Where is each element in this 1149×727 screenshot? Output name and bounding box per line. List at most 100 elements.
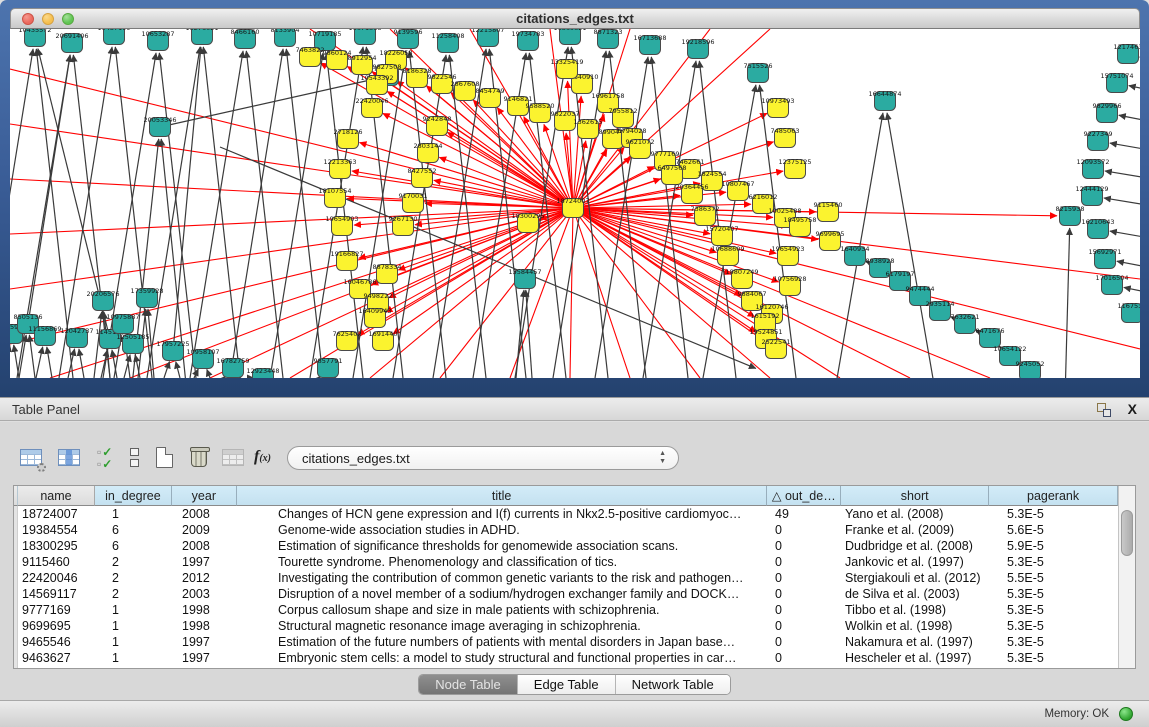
function-icon[interactable]: f(x) xyxy=(252,445,280,473)
scrollbar-thumb[interactable] xyxy=(1121,510,1133,556)
graph-node-label: 10654122 xyxy=(993,345,1026,353)
graph-node-label: 18107554 xyxy=(318,187,351,195)
graph-node-label: 12042737 xyxy=(60,327,93,335)
graph-node-label: 7625402 xyxy=(333,330,362,338)
graph-node-label: 17016504 xyxy=(1095,274,1128,282)
checklist-icon[interactable]: ✓✓ xyxy=(94,445,122,473)
cell-title: Corpus callosum shape and size in male p… xyxy=(238,602,769,618)
column-header-out_de[interactable]: △ out_de… xyxy=(767,486,841,506)
table-row[interactable]: 946362711997Embryonic stem cells: a mode… xyxy=(14,650,1118,666)
cell-out_de: 0 xyxy=(769,618,843,634)
cell-name: 18300295 xyxy=(19,538,96,554)
graph-node-label: 2935114 xyxy=(926,300,955,308)
graph-node-label: 10975887 xyxy=(106,313,139,321)
table-row[interactable]: 1872400712008Changes of HCN gene express… xyxy=(14,506,1118,522)
close-panel-icon[interactable]: X xyxy=(1128,401,1137,417)
tab-network-table[interactable]: Network Table xyxy=(616,675,730,694)
graph-node-label: 12213363 xyxy=(323,158,356,166)
table-row[interactable]: 911546021997Tourette syndrome. Phenomeno… xyxy=(14,554,1118,570)
cell-year: 1997 xyxy=(173,634,238,650)
table-row[interactable]: 1456911722003Disruption of a novel membe… xyxy=(14,586,1118,602)
cell-pagerank: 5.3E-5 xyxy=(991,506,1120,522)
graph-node-label: 8133904 xyxy=(271,29,300,34)
cell-short: Tibbo et al. (1998) xyxy=(843,602,991,618)
cell-pagerank: 5.6E-5 xyxy=(991,522,1120,538)
graph-node-label: 15751074 xyxy=(1100,72,1133,80)
column-header-name[interactable]: name xyxy=(18,486,95,506)
graph-node-label: 9170031 xyxy=(399,192,428,200)
new-file-icon[interactable] xyxy=(152,445,180,473)
cell-in_degree: 6 xyxy=(96,538,173,554)
graph-node-label: 16046786 xyxy=(343,278,376,286)
graph-node-label: 2718126 xyxy=(334,128,363,136)
table-row[interactable]: 2242004622012Investigating the contribut… xyxy=(14,570,1118,586)
table-row[interactable]: 977716911998Corpus callosum shape and si… xyxy=(14,602,1118,618)
graph-node-label: 15720407 xyxy=(705,225,738,233)
cell-year: 1997 xyxy=(173,650,238,666)
graph-node-label: 18495758 xyxy=(783,216,816,224)
graph-node-label: 10025488 xyxy=(768,207,801,215)
column-header-in_degree[interactable]: in_degree xyxy=(95,486,172,506)
graph-node-label: 9267130 xyxy=(389,215,418,223)
tab-edge-table[interactable]: Edge Table xyxy=(518,675,616,694)
column-header-year[interactable]: year xyxy=(172,486,237,506)
graph-node-label: 10653287 xyxy=(141,30,174,38)
graph-node-label: 16210643 xyxy=(1081,218,1114,226)
graph-node-label: 9498222 xyxy=(364,292,393,300)
rows-icon[interactable] xyxy=(122,445,150,473)
graph-node-label: 9822037 xyxy=(551,110,580,118)
column-header-title[interactable]: title xyxy=(237,486,768,506)
table-column-icon[interactable] xyxy=(56,445,84,473)
column-header-pagerank[interactable]: pagerank xyxy=(989,486,1118,506)
graph-node-label: 16409943 xyxy=(358,307,391,315)
graph-node-label: 16713688 xyxy=(633,34,666,42)
cell-short: de Silva et al. (2003) xyxy=(843,586,991,602)
graph-node-label: 16120746 xyxy=(755,303,788,311)
graph-node-label: 20206576 xyxy=(86,290,119,298)
cell-short: Nakamura et al. (1997) xyxy=(843,634,991,650)
cell-year: 2008 xyxy=(173,538,238,554)
cell-in_degree: 1 xyxy=(96,506,173,522)
graph-node-label: 9857791 xyxy=(314,357,343,365)
graph-node-label: 19218596 xyxy=(681,38,714,46)
cell-pagerank: 5.9E-5 xyxy=(991,538,1120,554)
cell-pagerank: 5.3E-5 xyxy=(991,554,1120,570)
tab-node-table[interactable]: Node Table xyxy=(419,675,518,694)
table-panel-header: Table Panel X xyxy=(0,397,1149,421)
graph-node-label: 8454749 xyxy=(476,87,505,95)
column-header-short[interactable]: short xyxy=(841,486,989,506)
table-row[interactable]: 1938455462009Genome-wide association stu… xyxy=(14,522,1118,538)
graph-node-label: 2522541 xyxy=(762,338,791,346)
vertical-scrollbar[interactable] xyxy=(1118,486,1135,668)
graph-node-label: 6179197 xyxy=(886,270,915,278)
cell-pagerank: 5.3E-5 xyxy=(991,618,1120,634)
graph-node-label: 1824554 xyxy=(698,170,727,178)
table-row[interactable]: 969969511998Structural magnetic resonanc… xyxy=(14,618,1118,634)
cell-year: 2003 xyxy=(173,586,238,602)
graph-node-label: 7515526 xyxy=(744,62,773,70)
cell-pagerank: 5.3E-5 xyxy=(991,634,1120,650)
table-row[interactable]: 1830029562008Estimation of significance … xyxy=(14,538,1118,554)
dropdown-stepper-icon: ▲▼ xyxy=(659,450,666,466)
table-gear-icon[interactable] xyxy=(18,445,46,473)
cell-title: Changes of HCN gene expression and I(f) … xyxy=(238,506,769,522)
cell-name: 22420046 xyxy=(19,570,96,586)
graph-node-label: 16782759 xyxy=(216,357,249,365)
cell-short: Hescheler et al. (1997) xyxy=(843,650,991,666)
graph-node-label: 10543392 xyxy=(360,74,393,82)
window-titlebar[interactable]: citations_edges.txt xyxy=(10,8,1140,29)
graph-node-label: 8466160 xyxy=(231,29,260,36)
float-panel-icon[interactable] xyxy=(1097,403,1111,417)
graph-node-label: 19654903 xyxy=(325,215,358,223)
graph-node-label: 18226058 xyxy=(379,49,412,57)
graph-node-label: 13325419 xyxy=(550,58,583,66)
table-select-dropdown[interactable]: citations_edges.txt ▲▼ xyxy=(287,446,679,470)
trash-icon[interactable] xyxy=(186,445,214,473)
table-row[interactable]: 946554611997Estimation of the future num… xyxy=(14,634,1118,650)
network-view-canvas[interactable]: 1043557220691406194371991065328715276021… xyxy=(10,29,1140,378)
graph-node-label: 18300295 xyxy=(511,212,544,220)
graph-node-label: 15692971 xyxy=(1088,248,1121,256)
graph-node-label: 1217463 xyxy=(1114,43,1140,51)
cell-name: 14569117 xyxy=(19,586,96,602)
graph-node-label: 6794028 xyxy=(618,127,647,135)
